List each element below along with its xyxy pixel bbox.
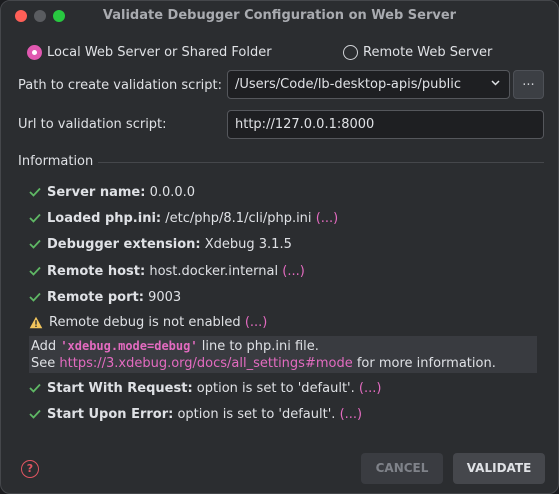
debugger-extension-value: Xdebug 3.1.5 bbox=[204, 236, 292, 252]
loaded-phpini-label: Loaded php.ini: bbox=[47, 210, 162, 226]
check-icon bbox=[29, 383, 41, 393]
start-upon-error-more-link[interactable]: (...) bbox=[340, 407, 363, 422]
info-debugger-extension: Debugger extension: Xdebug 3.1.5 bbox=[29, 235, 292, 253]
info-remote-port: Remote port: 9003 bbox=[29, 288, 181, 306]
section-divider bbox=[98, 162, 544, 163]
notice-line2-suffix: for more information. bbox=[356, 356, 496, 371]
cancel-button[interactable]: CANCEL bbox=[361, 453, 443, 484]
info-server-name: Server name: 0.0.0.0 bbox=[29, 183, 195, 201]
start-with-request-label: Start With Request: bbox=[47, 380, 193, 396]
info-remote-host: Remote host: host.docker.internal (...) bbox=[29, 262, 305, 280]
path-label: Path to create validation script: bbox=[18, 78, 223, 93]
notice-line-1: Add 'xdebug.mode=debug' line to php.ini … bbox=[31, 338, 537, 355]
xdebug-mode-code: 'xdebug.mode=debug' bbox=[60, 339, 198, 353]
start-upon-error-label: Start Upon Error: bbox=[47, 406, 174, 422]
info-remote-debug-warning: Remote debug is not enabled (...) bbox=[29, 313, 267, 331]
path-value: /Users/Code/lb-desktop-apis/public bbox=[235, 77, 462, 92]
check-icon bbox=[29, 409, 41, 419]
remote-host-more-link[interactable]: (...) bbox=[282, 264, 305, 279]
remote-host-label: Remote host: bbox=[47, 263, 146, 279]
information-title: Information bbox=[18, 154, 94, 169]
notice-see-text: See bbox=[31, 356, 56, 371]
notice-add-text: Add bbox=[31, 339, 57, 354]
remote-debug-warning-text: Remote debug is not enabled bbox=[49, 314, 241, 330]
loaded-phpini-more-link[interactable]: (...) bbox=[316, 211, 339, 226]
server-name-value: 0.0.0.0 bbox=[149, 184, 196, 200]
remote-port-label: Remote port: bbox=[47, 289, 144, 305]
radio-remote-label: Remote Web Server bbox=[363, 44, 493, 60]
notice-line1-suffix: line to php.ini file. bbox=[201, 339, 319, 354]
validate-button[interactable]: VALIDATE bbox=[453, 453, 545, 484]
remote-port-value: 9003 bbox=[148, 289, 182, 305]
check-icon bbox=[29, 213, 41, 223]
debugger-extension-label: Debugger extension: bbox=[47, 236, 201, 252]
xdebug-mode-notice: Add 'xdebug.mode=debug' line to php.ini … bbox=[29, 336, 537, 373]
title-bar: Validate Debugger Configuration on Web S… bbox=[1, 1, 558, 31]
info-start-upon-error: Start Upon Error: option is set to 'defa… bbox=[29, 405, 362, 423]
remote-debug-more-link[interactable]: (...) bbox=[245, 315, 268, 330]
radio-local-label: Local Web Server or Shared Folder bbox=[47, 44, 272, 60]
remote-host-value: host.docker.internal bbox=[149, 263, 279, 279]
url-input[interactable]: http://127.0.0.1:8000 bbox=[227, 110, 544, 139]
url-label: Url to validation script: bbox=[18, 117, 167, 132]
chevron-down-icon[interactable] bbox=[490, 77, 501, 91]
radio-selected-icon[interactable] bbox=[27, 44, 42, 60]
path-select[interactable]: /Users/Code/lb-desktop-apis/public bbox=[227, 70, 510, 99]
help-icon[interactable]: ? bbox=[21, 460, 39, 478]
info-start-with-request: Start With Request: option is set to 'de… bbox=[29, 379, 381, 397]
start-upon-error-value: option is set to 'default'. bbox=[177, 406, 336, 422]
start-with-request-value: option is set to 'default'. bbox=[196, 380, 355, 396]
radio-local-server[interactable]: Local Web Server or Shared Folder bbox=[27, 43, 272, 61]
notice-line-2: See https://3.xdebug.org/docs/all_settin… bbox=[31, 355, 537, 372]
browse-button[interactable]: ... bbox=[513, 70, 544, 99]
start-with-request-more-link[interactable]: (...) bbox=[359, 381, 382, 396]
radio-remote-server[interactable]: Remote Web Server bbox=[343, 43, 492, 61]
url-value: http://127.0.0.1:8000 bbox=[235, 117, 375, 132]
check-icon bbox=[29, 292, 41, 302]
info-loaded-phpini: Loaded php.ini: /etc/php/8.1/cli/php.ini… bbox=[29, 209, 338, 227]
radio-unselected-icon[interactable] bbox=[343, 44, 358, 60]
window-title: Validate Debugger Configuration on Web S… bbox=[102, 8, 457, 23]
check-icon bbox=[29, 266, 41, 276]
loaded-phpini-value: /etc/php/8.1/cli/php.ini bbox=[165, 210, 312, 226]
check-icon bbox=[29, 239, 41, 249]
validate-debugger-dialog: Validate Debugger Configuration on Web S… bbox=[0, 0, 559, 494]
warning-icon bbox=[29, 316, 43, 328]
check-icon bbox=[29, 187, 41, 197]
xdebug-docs-link[interactable]: https://3.xdebug.org/docs/all_settings#m… bbox=[59, 356, 352, 371]
server-name-label: Server name: bbox=[47, 184, 146, 200]
